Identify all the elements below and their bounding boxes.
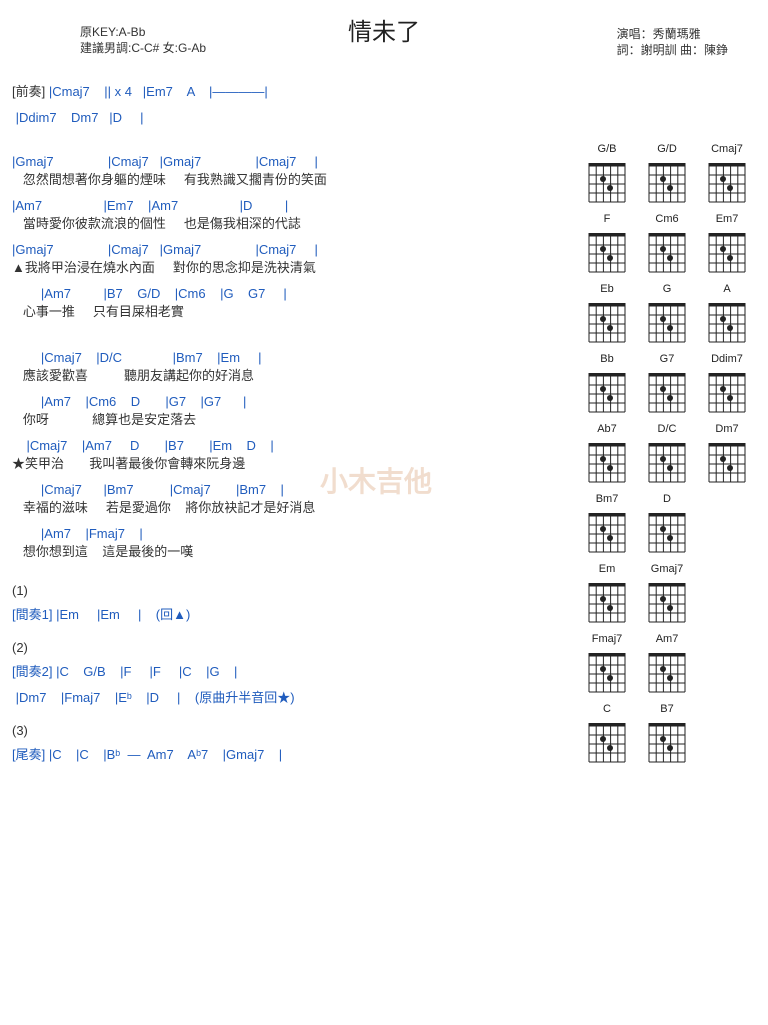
interlude2b: |Dm7 |Fmaj7 |Eᵇ |D | (原曲升半音回★)	[12, 689, 572, 707]
chord-diagram: C	[580, 703, 634, 765]
verse-c1: |Gmaj7 |Cmaj7 |Gmaj7 |Cmaj7 |	[12, 153, 572, 171]
outro: [尾奏] |C |C |Bᵇ — Am7 Aᵇ7 |Gmaj7 |	[12, 746, 572, 764]
intro-line1: [前奏] |Cmaj7 || x 4 |Em7 A |————|	[12, 83, 572, 101]
chord-diagram-name: Fmaj7	[580, 633, 634, 645]
chord-diagram: Ab7	[580, 423, 634, 485]
sheet-area: [前奏] |Cmaj7 || x 4 |Em7 A |————| |Ddim7 …	[12, 83, 580, 765]
chorus-l3: ★笑甲治 我叫著最後你會轉來阮身邊	[12, 455, 572, 473]
chord-diagram: G7	[640, 353, 694, 415]
chord-diagram: Gmaj7	[640, 563, 694, 625]
chord-diagram-name: Ddim7	[700, 353, 754, 365]
verse-l1: 忽然間想著你身軀的煙味 有我熟識又擱青份的笑面	[12, 171, 572, 189]
chord-diagram-name: Eb	[580, 283, 634, 295]
chorus-l4: 幸福的滋味 若是愛過你 將你放袂記才是好消息	[12, 499, 572, 517]
repeat3-mark: (3)	[12, 723, 572, 738]
chord-diagram-name: Bb	[580, 353, 634, 365]
chord-diagram-grid: G/B G/D Cmaj7 F Cm6 Em7 Eb GA Bb G7 Ddim7 Ab7 D/C Dm7…	[580, 83, 756, 765]
chord-diagram	[700, 493, 754, 555]
chorus-c1: |Cmaj7 |D/C |Bm7 |Em |	[12, 349, 572, 367]
chord-diagram-name: D	[640, 493, 694, 505]
intro-line2: |Ddim7 Dm7 |D |	[12, 109, 572, 127]
verse-l2: 當時愛你彼款流浪的個性 也是傷我相深的代誌	[12, 215, 572, 233]
chord-diagram-name: Gmaj7	[640, 563, 694, 575]
verse-l4: 心事一推 只有目屎相老實	[12, 303, 572, 321]
meta-right: 演唱：秀蘭瑪雅 詞：謝明訓 曲：陳錚	[617, 26, 728, 58]
chord-diagram: F	[580, 213, 634, 275]
interlude2a: [間奏2] |C G/B |F |F |C |G |	[12, 663, 572, 681]
chord-diagram: A	[700, 283, 754, 345]
chorus-l1: 應該愛歡喜 聽朋友講起你的好消息	[12, 367, 572, 385]
verse-c2: |Am7 |Em7 |Am7 |D |	[12, 197, 572, 215]
chord-diagram-name: C	[580, 703, 634, 715]
meta-left: 原KEY:A-Bb 建議男調:C-C# 女:G-Ab	[80, 24, 206, 56]
interlude1: [間奏1] |Em |Em | (回▲)	[12, 606, 572, 624]
chord-diagram: D/C	[640, 423, 694, 485]
chord-diagram: Dm7	[700, 423, 754, 485]
chord-diagram: Cmaj7	[700, 143, 754, 205]
chord-diagram-name: G7	[640, 353, 694, 365]
chord-diagram-name: Cmaj7	[700, 143, 754, 155]
chord-diagram	[700, 633, 754, 695]
credits: 詞：謝明訓 曲：陳錚	[617, 42, 728, 58]
chord-diagram: Cm6	[640, 213, 694, 275]
repeat1-mark: (1)	[12, 583, 572, 598]
singer: 演唱：秀蘭瑪雅	[617, 26, 728, 42]
suggested-key: 建議男調:C-C# 女:G-Ab	[80, 40, 206, 56]
chorus-l2: 你呀 總算也是安定落去	[12, 411, 572, 429]
chord-diagram	[700, 703, 754, 765]
chord-diagram-name: G	[640, 283, 694, 295]
chord-diagram: Eb	[580, 283, 634, 345]
chord-diagram: Bb	[580, 353, 634, 415]
chord-diagram-name: F	[580, 213, 634, 225]
chord-diagram-name: Em7	[700, 213, 754, 225]
chorus-c3: |Cmaj7 |Am7 D |B7 |Em D |	[12, 437, 572, 455]
chord-diagram: G	[640, 283, 694, 345]
chord-diagram-name: G/B	[580, 143, 634, 155]
chorus-c2: |Am7 |Cm6 D |G7 |G7 |	[12, 393, 572, 411]
chord-diagram: G/D	[640, 143, 694, 205]
chord-diagram-name: A	[700, 283, 754, 295]
chorus-c4: |Cmaj7 |Bm7 |Cmaj7 |Bm7 |	[12, 481, 572, 499]
chord-diagram-name: Bm7	[580, 493, 634, 505]
chord-diagram: Bm7	[580, 493, 634, 555]
chord-diagram: Em	[580, 563, 634, 625]
repeat2-mark: (2)	[12, 640, 572, 655]
verse-l3: ▲我將甲治浸在燒水內面 對你的思念抑是洗袂清氣	[12, 259, 572, 277]
chord-diagram: Em7	[700, 213, 754, 275]
chord-diagram	[700, 563, 754, 625]
chorus-c5: |Am7 |Fmaj7 |	[12, 525, 572, 543]
chord-diagram-name: D/C	[640, 423, 694, 435]
chord-diagram: Fmaj7	[580, 633, 634, 695]
verse-c3: |Gmaj7 |Cmaj7 |Gmaj7 |Cmaj7 |	[12, 241, 572, 259]
verse-c4: |Am7 |B7 G/D |Cm6 |G G7 |	[12, 285, 572, 303]
chord-diagram: B7	[640, 703, 694, 765]
chord-diagram-name: Em	[580, 563, 634, 575]
chord-diagram: D	[640, 493, 694, 555]
chorus-l5: 想你想到這 這是最後的一嘆	[12, 543, 572, 561]
chord-diagram-name: B7	[640, 703, 694, 715]
chord-diagram-name: Am7	[640, 633, 694, 645]
key-info: 原KEY:A-Bb	[80, 24, 206, 40]
chord-diagram-name: G/D	[640, 143, 694, 155]
chord-diagram: Ddim7	[700, 353, 754, 415]
chord-diagram: G/B	[580, 143, 634, 205]
chord-diagram-name: Cm6	[640, 213, 694, 225]
chord-diagram-name: Dm7	[700, 423, 754, 435]
chord-diagram-name: Ab7	[580, 423, 634, 435]
chord-diagram: Am7	[640, 633, 694, 695]
